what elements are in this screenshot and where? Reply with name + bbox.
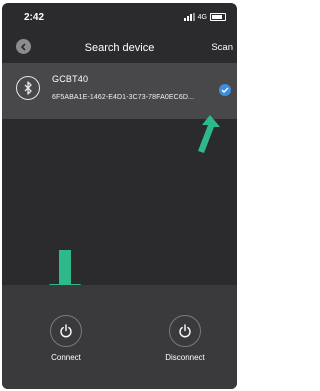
connect-label: Connect [51, 353, 81, 362]
power-icon [60, 324, 72, 338]
signal-icon [183, 13, 195, 21]
scan-button[interactable]: Scan [211, 42, 233, 53]
device-name: GCBT40 [52, 74, 89, 84]
status-time: 2:42 [24, 12, 45, 23]
connect-button[interactable] [50, 315, 82, 347]
nav-bar: Search device Scan [2, 29, 237, 63]
action-panel: Connect Disconnect [2, 285, 237, 389]
network-type: 4G [197, 13, 207, 21]
battery-icon [210, 13, 226, 21]
device-list-item[interactable]: GCBT40 6F5ABA1E-1462-E4D1-3C73-78FA0EC6D… [2, 63, 237, 119]
bluetooth-icon [16, 76, 40, 100]
power-icon [179, 324, 191, 338]
disconnect-action[interactable]: Disconnect [145, 315, 225, 362]
status-indicators: 4G [183, 12, 226, 22]
device-id: 6F5ABA1E-1462-E4D1-3C73-78FA0EC6D... [52, 94, 195, 101]
phone-screen: 2:42 4G Search device Scan GCBT40 6F5ABA… [2, 3, 237, 389]
page-title: Search device [84, 42, 155, 54]
selected-check-icon[interactable] [219, 84, 231, 96]
disconnect-button[interactable] [169, 315, 201, 347]
connect-action[interactable]: Connect [26, 315, 106, 362]
pointer-arrow-icon [198, 115, 220, 153]
status-bar: 2:42 4G [2, 3, 237, 29]
disconnect-label: Disconnect [165, 353, 205, 362]
